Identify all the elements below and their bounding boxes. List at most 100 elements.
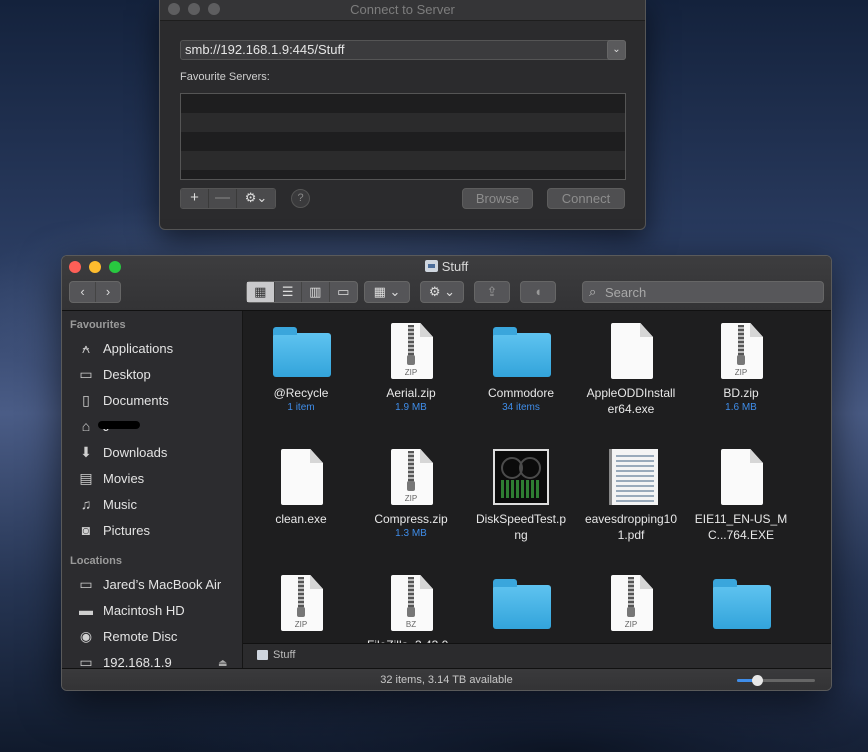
sidebar-item-downloads[interactable]: ⬇ Downloads bbox=[76, 441, 167, 463]
gear-icon: ⚙ bbox=[428, 284, 441, 299]
document-icon bbox=[711, 447, 771, 507]
file-item[interactable]: ZIP Compress.zip 1.3 MB bbox=[356, 447, 466, 541]
sidebar-item-desktop[interactable]: ▭ Desktop bbox=[76, 363, 151, 385]
sidebar-item-documents[interactable]: ▯ Documents bbox=[76, 389, 169, 411]
connect-button[interactable]: Connect bbox=[547, 188, 625, 209]
image-thumbnail-icon bbox=[491, 447, 551, 507]
file-item[interactable]: EIE11_EN-US_MC...764.EXE bbox=[686, 447, 796, 543]
favourite-servers-label: Favourite Servers: bbox=[180, 71, 270, 83]
document-icon bbox=[271, 447, 331, 507]
window-title-text: Stuff bbox=[441, 259, 469, 274]
server-address-value: smb://192.168.1.9:445/Stuff bbox=[185, 42, 345, 57]
recent-servers-dropdown[interactable]: ⌄ bbox=[607, 40, 626, 60]
list-row bbox=[181, 151, 625, 170]
tag-icon: ◖ bbox=[534, 284, 542, 299]
remove-favourite-button[interactable]: — bbox=[209, 189, 237, 208]
file-item[interactable]: ZIP BD.zip 1.6 MB bbox=[686, 321, 796, 415]
downloads-icon: ⬇ bbox=[80, 444, 92, 460]
sidebar-item-label: Applications bbox=[103, 340, 174, 356]
action-menu-button[interactable]: ⚙︎⌄ bbox=[237, 189, 275, 208]
document-icon bbox=[601, 321, 661, 381]
network-share-icon bbox=[257, 650, 268, 660]
column-view-button[interactable]: ▥ bbox=[302, 282, 330, 302]
share-icon: ⇪ bbox=[486, 284, 498, 299]
file-item[interactable]: ZIP bbox=[576, 573, 686, 633]
sidebar-item-macintosh-hd[interactable]: ▬ Macintosh HD bbox=[76, 599, 185, 621]
sidebar-item-remote-disc[interactable]: ◉ Remote Disc bbox=[76, 625, 178, 647]
forward-button[interactable]: › bbox=[96, 282, 120, 302]
favourite-servers-list[interactable] bbox=[180, 93, 626, 180]
help-button[interactable]: ? bbox=[291, 189, 310, 208]
list-row bbox=[181, 113, 625, 132]
search-field[interactable]: ⌕ Search bbox=[582, 281, 824, 303]
file-item[interactable]: DiskSpeedTest.png bbox=[466, 447, 576, 543]
sidebar-item-label: Desktop bbox=[103, 366, 151, 382]
list-row bbox=[181, 132, 625, 151]
folder-icon bbox=[271, 321, 331, 381]
view-mode-buttons: ▦ ☰ ▥ ▭ bbox=[246, 281, 358, 303]
file-name: EIE11_EN-US_MC...764.EXE bbox=[694, 512, 788, 542]
gallery-icon: ▭ bbox=[337, 284, 350, 299]
file-item[interactable]: AppleODDInstaller64.exe bbox=[576, 321, 686, 417]
sidebar-item-music[interactable]: ♫ Music bbox=[76, 493, 137, 515]
icon-view-button[interactable]: ▦ bbox=[247, 282, 275, 302]
group-grid-icon: ▦ bbox=[373, 284, 386, 299]
music-icon: ♫ bbox=[80, 496, 92, 512]
file-item[interactable]: @Recycle 1 item bbox=[246, 321, 356, 415]
path-item[interactable]: Stuff bbox=[273, 649, 295, 661]
gallery-view-button[interactable]: ▭ bbox=[330, 282, 357, 302]
icon-size-slider[interactable] bbox=[737, 675, 815, 686]
archive-type-label: ZIP bbox=[404, 494, 418, 503]
archive-type-label: ZIP bbox=[294, 620, 308, 629]
dialog-titlebar: Connect to Server bbox=[160, 0, 645, 21]
browse-button[interactable]: Browse bbox=[462, 188, 533, 209]
dialog-title: Connect to Server bbox=[350, 2, 455, 17]
pictures-icon: ◙ bbox=[81, 522, 91, 538]
file-item[interactable]: Commodore 34 items bbox=[466, 321, 576, 415]
sidebar-item-applications[interactable]: ⍲ Applications bbox=[76, 337, 173, 359]
harddisk-icon: ▬ bbox=[79, 602, 93, 618]
file-item[interactable]: ZIP Aerial.zip 1.9 MB bbox=[356, 321, 466, 415]
sidebar-item-label: Documents bbox=[103, 392, 169, 408]
list-view-button[interactable]: ☰ bbox=[275, 282, 302, 302]
file-info: 34 items bbox=[502, 402, 540, 413]
sidebar-item-label: Downloads bbox=[103, 444, 168, 460]
chevron-left-icon: ‹ bbox=[80, 284, 85, 299]
archive-type-label: ZIP bbox=[734, 368, 748, 377]
sidebar-item-pictures[interactable]: ◙ Pictures bbox=[76, 519, 150, 541]
file-item[interactable] bbox=[466, 573, 576, 633]
server-address-field[interactable]: smb://192.168.1.9:445/Stuff ⌄ bbox=[180, 40, 626, 60]
list-icon: ☰ bbox=[281, 284, 294, 299]
sidebar-item-label: Movies bbox=[103, 470, 145, 486]
action-button[interactable]: ⚙ ⌄ bbox=[420, 281, 464, 303]
edit-tags-button[interactable]: ◖ bbox=[520, 281, 556, 303]
sidebar: Favourites ⍲ Applications ▭ Desktop ▯ Do… bbox=[62, 311, 243, 670]
file-item[interactable]: ZIP bbox=[246, 573, 356, 633]
group-by-button[interactable]: ▦ ⌄ bbox=[364, 281, 410, 303]
sidebar-item-macbook[interactable]: ▭ Jared’s MacBook Air bbox=[76, 573, 221, 595]
share-button[interactable]: ⇪ bbox=[474, 281, 510, 303]
sidebar-item-label: Remote Disc bbox=[103, 628, 178, 644]
archive-type-label: ZIP bbox=[404, 368, 418, 377]
columns-icon: ▥ bbox=[309, 284, 322, 299]
applications-icon: ⍲ bbox=[81, 340, 91, 356]
file-name: Compress.zip bbox=[374, 512, 448, 526]
file-item[interactable]: clean.exe bbox=[246, 447, 356, 527]
slider-knob[interactable] bbox=[751, 675, 763, 686]
network-share-icon bbox=[424, 260, 438, 272]
grid-icon: ▦ bbox=[254, 284, 267, 299]
archive-icon: ZIP bbox=[711, 321, 771, 381]
file-info: 1.3 MB bbox=[395, 528, 427, 539]
file-item[interactable]: eavesdropping101.pdf bbox=[576, 447, 686, 543]
file-item[interactable]: BZFileZilla_3.43.0_m bbox=[356, 573, 466, 643]
add-favourite-button[interactable]: + bbox=[181, 189, 209, 208]
finder-window: Stuff ‹ › ▦ ☰ ▥ ▭ ▦ ⌄ ⚙ ⌄ ⇪ ◖ ⌕ Search F… bbox=[61, 255, 832, 691]
file-item[interactable] bbox=[686, 573, 796, 633]
search-placeholder: Search bbox=[605, 285, 647, 300]
movies-icon: ▤ bbox=[79, 470, 93, 486]
favourites-controls: + — ⚙︎⌄ bbox=[180, 188, 276, 209]
sidebar-item-label: Pictures bbox=[103, 522, 150, 538]
disc-icon: ◉ bbox=[79, 628, 93, 644]
back-button[interactable]: ‹ bbox=[70, 282, 96, 302]
sidebar-item-movies[interactable]: ▤ Movies bbox=[76, 467, 144, 489]
